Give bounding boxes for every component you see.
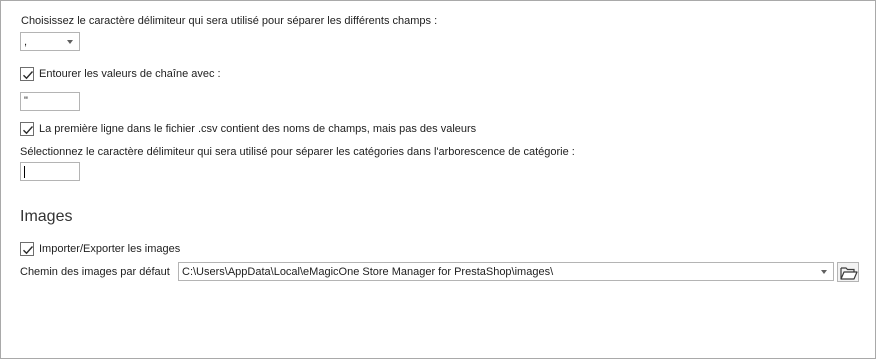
import-export-images-checkbox[interactable] (20, 242, 34, 256)
image-path-label: Chemin des images par défaut (20, 266, 170, 278)
chevron-down-icon[interactable] (821, 270, 827, 274)
quote-checkbox[interactable] (20, 67, 34, 81)
image-path-select[interactable]: C:\Users\AppData\Local\eMagicOne Store M… (178, 262, 834, 281)
delimiter-value: , (24, 36, 28, 48)
folder-open-icon (840, 267, 858, 280)
checkmark-icon (23, 126, 34, 135)
checkmark-icon (23, 71, 34, 80)
text-cursor (24, 166, 25, 178)
quote-checkbox-label: Entourer les valeurs de chaîne avec : (39, 68, 221, 80)
delimiter-select[interactable]: , (20, 32, 80, 51)
chevron-down-icon[interactable] (67, 40, 73, 44)
images-section-title: Images (20, 208, 73, 225)
category-delimiter-label: Sélectionnez le caractère délimiteur qui… (20, 146, 575, 158)
import-export-images-label: Importer/Exporter les images (39, 243, 181, 255)
browse-folder-button[interactable] (837, 262, 859, 282)
checkmark-icon (23, 246, 34, 255)
category-delimiter-input[interactable] (20, 162, 80, 181)
csv-settings-panel: Choisissez le caractère délimiteur qui s… (0, 0, 876, 359)
quote-char-value: " (24, 95, 28, 107)
header-row-checkbox[interactable] (20, 122, 34, 136)
image-path-value: C:\Users\AppData\Local\eMagicOne Store M… (182, 266, 554, 278)
header-row-checkbox-label: La première ligne dans le fichier .csv c… (39, 123, 477, 135)
quote-char-input[interactable]: " (20, 92, 80, 111)
delimiter-label: Choisissez le caractère délimiteur qui s… (21, 15, 438, 27)
